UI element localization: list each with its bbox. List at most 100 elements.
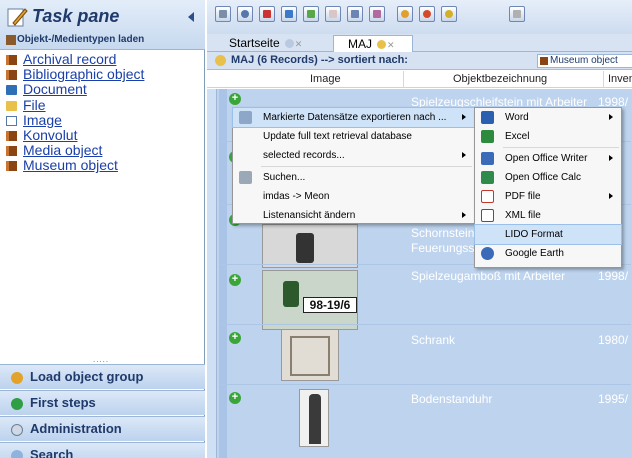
konvolut-icon: [6, 130, 17, 141]
administration-button[interactable]: Administration: [0, 416, 205, 441]
column-inventory[interactable]: Inven: [608, 73, 632, 85]
export-pdf[interactable]: PDF file: [475, 187, 621, 206]
search-icon: [11, 450, 23, 458]
edit-icon: [307, 10, 315, 18]
object-type-konvolut[interactable]: Konvolut: [0, 127, 205, 143]
toolbar-button-link[interactable]: [369, 6, 385, 22]
row-inventory: 1998/: [598, 269, 629, 283]
toolbar-button-new[interactable]: [215, 6, 231, 22]
thumbnail-image[interactable]: 98-19/6: [262, 270, 358, 330]
expand-row-button[interactable]: +: [229, 392, 241, 404]
tab-startseite[interactable]: Startseite ✕: [223, 35, 315, 52]
export-word[interactable]: Word: [475, 108, 621, 127]
export-google-earth[interactable]: Google Earth: [475, 244, 621, 263]
menu-item-selected-records[interactable]: selected records...: [233, 146, 474, 165]
export-oo-writer[interactable]: Open Office Writer: [475, 149, 621, 168]
toolbar-button-group-c[interactable]: [441, 6, 457, 22]
row-title[interactable]: Schrank: [411, 333, 455, 347]
thumbnail-image[interactable]: [299, 389, 329, 447]
collapse-icon[interactable]: [188, 12, 194, 22]
toolbar-button-search[interactable]: [237, 6, 253, 22]
menu-item-suchen[interactable]: Suchen...: [233, 168, 474, 187]
toolbar-button-group-a[interactable]: [397, 6, 413, 22]
menu-separator: [503, 147, 619, 148]
task-pane-title: Task pane: [32, 6, 120, 26]
document-icon: [6, 85, 17, 96]
first-steps-icon: [11, 398, 23, 410]
first-steps-button[interactable]: First steps: [0, 390, 205, 415]
writer-icon: [481, 152, 494, 165]
menu-item-update-fulltext[interactable]: Update full text retrieval database: [233, 127, 474, 146]
row-divider: [219, 384, 631, 385]
selection-stripe: [219, 89, 227, 458]
expand-row-button[interactable]: +: [229, 274, 241, 286]
thumbnail-image[interactable]: [262, 224, 358, 268]
toolbar-button-group-b[interactable]: [419, 6, 435, 22]
column-divider[interactable]: [403, 71, 404, 88]
row-title[interactable]: Schornstein Feuerungss: [411, 226, 481, 256]
tab-bar: Startseite ✕ MAJ ✕: [207, 34, 632, 52]
new-record-icon: [219, 10, 227, 18]
menu-item-imdas-meon[interactable]: imdas -> Meon: [233, 187, 474, 206]
toolbar-button-edit[interactable]: [303, 6, 319, 22]
menu-item-export-selected[interactable]: Markierte Datensätze exportieren nach ..…: [232, 107, 475, 128]
toolbar-button-disabled[interactable]: [325, 6, 341, 22]
museum-icon: [540, 57, 548, 65]
export-xml[interactable]: XML file: [475, 206, 621, 225]
pdf-icon: [481, 190, 494, 203]
worker-figure: [283, 281, 299, 307]
load-types-icon: [6, 35, 16, 45]
row-inventory: 1980/: [598, 333, 629, 347]
toolbar-button-copy[interactable]: [347, 6, 363, 22]
row-title[interactable]: Bodenstanduhr: [411, 392, 492, 406]
object-type-select[interactable]: Museum object: [537, 54, 632, 68]
copy-icon: [351, 10, 359, 18]
task-pane-subtitle: Objekt-/Medientypen laden: [17, 34, 145, 45]
word-icon: [481, 111, 494, 124]
disabled-action-icon: [329, 10, 337, 18]
export-submenu: Word Excel Open Office Writer Open Offic…: [474, 107, 622, 268]
row-title[interactable]: Spielzeugamboß mit Arbeiter: [411, 269, 565, 283]
export-lido[interactable]: LIDO Format: [474, 224, 622, 245]
load-object-group-button[interactable]: Load object group: [0, 364, 205, 389]
object-type-bibliographic-object[interactable]: Bibliographic object: [0, 67, 205, 82]
object-silhouette: [296, 233, 314, 263]
object-type-museum-object[interactable]: Museum object: [0, 158, 205, 173]
column-objektbezeichnung[interactable]: Objektbezeichnung: [453, 73, 547, 85]
column-image[interactable]: Image: [310, 73, 341, 85]
object-type-archival-record[interactable]: Archival record: [0, 52, 205, 67]
expand-row-button[interactable]: +: [229, 93, 241, 105]
object-type-document[interactable]: Document: [0, 82, 205, 97]
tab-icon: [377, 40, 386, 49]
search-button[interactable]: Search: [0, 442, 205, 458]
book-icon: [6, 70, 17, 81]
thumbnail-image[interactable]: [281, 329, 339, 381]
group-a-icon: [401, 10, 409, 18]
tab-maj[interactable]: MAJ ✕: [333, 35, 413, 52]
export-oo-calc[interactable]: Open Office Calc: [475, 168, 621, 187]
link-icon: [373, 10, 381, 18]
object-type-media-object[interactable]: Media object: [0, 143, 205, 158]
column-divider[interactable]: [603, 71, 604, 88]
group-c-icon: [445, 10, 453, 18]
menu-separator: [261, 166, 472, 167]
row-inventory: 1995/: [598, 392, 629, 406]
object-type-file[interactable]: File: [0, 97, 205, 113]
toolbar-button-window[interactable]: [259, 6, 275, 22]
close-icon[interactable]: ✕: [387, 40, 395, 50]
toolbar-button-settings[interactable]: [509, 6, 525, 22]
toolbar: [207, 0, 632, 34]
menu-item-change-list-view[interactable]: Listenansicht ändern: [233, 206, 474, 225]
splitter-grip[interactable]: .....: [93, 355, 109, 364]
close-icon[interactable]: ✕: [295, 39, 303, 49]
submenu-arrow-icon: [609, 155, 613, 161]
toolbar-button-image[interactable]: [281, 6, 297, 22]
task-pane: Task pane Objekt-/Medientypen laden Arch…: [0, 0, 205, 458]
export-icon: [239, 111, 252, 124]
object-type-image[interactable]: Image: [0, 112, 205, 128]
expand-row-button[interactable]: +: [229, 332, 241, 344]
xml-icon: [481, 209, 494, 222]
export-excel[interactable]: Excel: [475, 127, 621, 146]
object-type-list: Archival record Bibliographic object Doc…: [0, 52, 205, 174]
administration-icon: [11, 424, 23, 436]
